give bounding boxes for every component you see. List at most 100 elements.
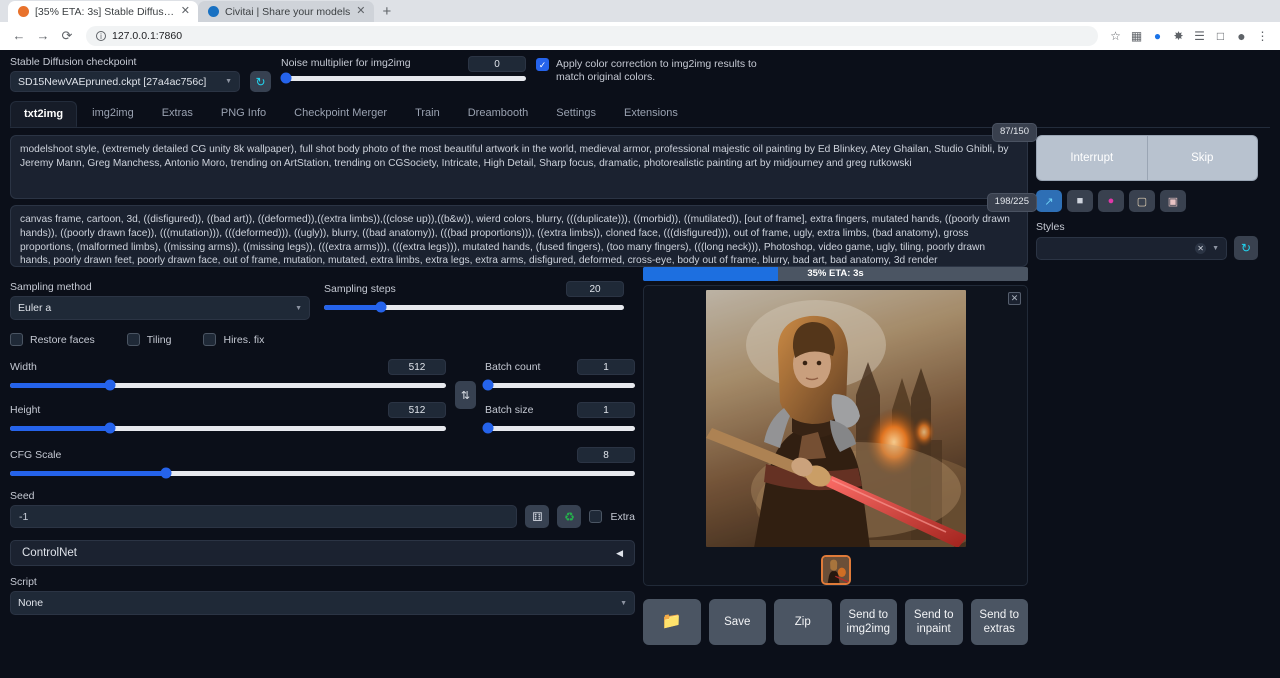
batch-group: Batch count 1 xyxy=(485,359,635,445)
calculator-extension-icon[interactable]: ▦ xyxy=(1127,29,1146,43)
slider-knob[interactable] xyxy=(105,380,116,391)
refresh-icon: ↻ xyxy=(255,76,265,88)
bookmark-star-icon[interactable]: ☆ xyxy=(1106,29,1125,43)
sampling-row: Sampling method Euler a ▼ Sampling steps… xyxy=(10,281,635,320)
generated-image[interactable] xyxy=(706,290,966,547)
reading-list-icon[interactable]: ☰ xyxy=(1190,29,1209,43)
reload-icon[interactable]: ⟳ xyxy=(56,26,78,46)
restore-faces-label: Restore faces xyxy=(30,334,95,346)
slider-knob[interactable] xyxy=(161,468,172,479)
hires-fix-toggle[interactable]: Hires. fix xyxy=(203,333,264,346)
send-to-extras-button[interactable]: Send to extras xyxy=(971,599,1029,645)
checkpoint-dropdown[interactable]: SD15NewVAEpruned.ckpt [27a4ac756c] ▼ xyxy=(10,71,240,92)
batch-count-value[interactable]: 1 xyxy=(577,359,635,375)
refresh-checkpoints-button[interactable]: ↻ xyxy=(250,71,271,92)
cfg-scale-slider[interactable] xyxy=(10,467,635,479)
generate-buttons-row: Interrupt Skip xyxy=(1036,135,1258,181)
close-tab-icon[interactable]: ✕ xyxy=(356,6,365,17)
tab-png-info[interactable]: PNG Info xyxy=(208,101,279,127)
stable-diffusion-favicon xyxy=(18,6,29,17)
randomize-seed-button[interactable]: ⚅ xyxy=(525,505,549,528)
checkpoint-label: Stable Diffusion checkpoint xyxy=(10,56,240,68)
open-folder-button[interactable]: 📁 xyxy=(643,599,701,645)
script-label: Script xyxy=(10,576,635,588)
restore-faces-checkbox[interactable] xyxy=(10,333,23,346)
slider-knob[interactable] xyxy=(483,380,494,391)
interrupt-button[interactable]: Interrupt xyxy=(1036,135,1148,181)
sampling-steps-value[interactable]: 20 xyxy=(566,281,624,297)
close-gallery-icon[interactable]: ✕ xyxy=(1008,292,1021,305)
send-to-img2img-button[interactable]: Send to img2img xyxy=(840,599,898,645)
height-slider[interactable] xyxy=(10,422,446,434)
address-bar[interactable]: i 127.0.0.1:7860 xyxy=(86,26,1098,46)
sampling-method-dropdown[interactable]: Euler a ▼ xyxy=(10,296,310,320)
sidebar-icon[interactable]: □ xyxy=(1211,29,1230,43)
browser-chrome: [35% ETA: 3s] Stable Diffusion ✕ Civitai… xyxy=(0,0,1280,50)
new-tab-button[interactable]: + xyxy=(374,2,401,22)
noise-multiplier-slider[interactable] xyxy=(281,72,526,84)
back-icon[interactable]: ← xyxy=(8,26,30,46)
width-slider[interactable] xyxy=(10,379,446,391)
script-dropdown[interactable]: None ▼ xyxy=(10,591,635,615)
slider-knob[interactable] xyxy=(280,73,291,84)
tiling-toggle[interactable]: Tiling xyxy=(127,333,172,346)
restore-faces-toggle[interactable]: Restore faces xyxy=(10,333,95,346)
height-value[interactable]: 512 xyxy=(388,402,446,418)
noise-multiplier-value[interactable]: 0 xyxy=(468,56,526,72)
clear-x-icon[interactable]: ✕ xyxy=(1195,243,1206,254)
puzzle-extension-icon[interactable]: ✸ xyxy=(1169,29,1188,43)
color-correction-group[interactable]: ✓ Apply color correction to img2img resu… xyxy=(536,56,766,84)
tiling-checkbox[interactable] xyxy=(127,333,140,346)
width-value[interactable]: 512 xyxy=(388,359,446,375)
extra-seed-checkbox[interactable] xyxy=(589,510,602,523)
save-button[interactable]: Save xyxy=(709,599,767,645)
chevron-down-icon[interactable]: ▼ xyxy=(1212,245,1219,252)
tab-extensions[interactable]: Extensions xyxy=(611,101,691,127)
controlnet-accordion[interactable]: ControlNet ◀ xyxy=(10,540,635,566)
batch-size-value[interactable]: 1 xyxy=(577,402,635,418)
tab-settings[interactable]: Settings xyxy=(543,101,609,127)
seed-input[interactable]: -1 xyxy=(10,505,517,528)
seed-row: -1 ⚅ ♻ Extra xyxy=(10,505,635,528)
styles-dropdown[interactable]: ✕ ▼ xyxy=(1036,237,1227,260)
profile-avatar-icon[interactable]: ● xyxy=(1232,28,1251,44)
negative-prompt-input[interactable]: canvas frame, cartoon, 3d, ((disfigured)… xyxy=(10,205,1028,267)
tab-dreambooth[interactable]: Dreambooth xyxy=(455,101,542,127)
skip-button[interactable]: Skip xyxy=(1148,135,1259,181)
forward-icon[interactable]: → xyxy=(32,26,54,46)
toggles-row: Restore faces Tiling Hires. fix xyxy=(10,333,635,346)
extra-seed-label: Extra xyxy=(610,511,635,523)
trash-clear-prompt-icon[interactable]: ■ xyxy=(1067,190,1093,212)
arrow-paste-prompt-icon[interactable]: ↗ xyxy=(1036,190,1062,212)
site-info-icon[interactable]: i xyxy=(96,31,106,41)
gallery-thumbnail[interactable] xyxy=(821,555,851,585)
hires-fix-checkbox[interactable] xyxy=(203,333,216,346)
browser-tab-stable-diffusion[interactable]: [35% ETA: 3s] Stable Diffusion ✕ xyxy=(8,1,198,22)
browser-tab-civitai[interactable]: Civitai | Share your models ✕ xyxy=(198,1,374,22)
reuse-seed-button[interactable]: ♻ xyxy=(557,505,581,528)
batch-count-slider[interactable] xyxy=(485,379,635,391)
tab-txt2img[interactable]: txt2img xyxy=(10,101,77,127)
tab-img2img[interactable]: img2img xyxy=(79,101,147,127)
tab-checkpoint-merger[interactable]: Checkpoint Merger xyxy=(281,101,400,127)
refresh-styles-button[interactable]: ↻ xyxy=(1234,236,1258,260)
blue-circle-extension-icon[interactable]: ● xyxy=(1148,29,1167,43)
positive-prompt-input[interactable]: modelshoot style, (extremely detailed CG… xyxy=(10,135,1028,199)
cfg-scale-value[interactable]: 8 xyxy=(577,447,635,463)
batch-size-slider[interactable] xyxy=(485,422,635,434)
slider-knob[interactable] xyxy=(376,302,387,313)
color-correction-checkbox[interactable]: ✓ xyxy=(536,58,549,71)
tab-train[interactable]: Train xyxy=(402,101,453,127)
sampling-steps-slider[interactable] xyxy=(324,301,624,313)
palette-extra-networks-icon[interactable]: ● xyxy=(1098,190,1124,212)
send-to-inpaint-button[interactable]: Send to inpaint xyxy=(905,599,963,645)
clipboard-apply-style-icon[interactable]: ▢ xyxy=(1129,190,1155,212)
tab-extras[interactable]: Extras xyxy=(149,101,206,127)
zip-button[interactable]: Zip xyxy=(774,599,832,645)
slider-knob[interactable] xyxy=(105,423,116,434)
close-tab-icon[interactable]: ✕ xyxy=(181,6,190,17)
slider-knob[interactable] xyxy=(483,423,494,434)
save-style-icon[interactable]: ▣ xyxy=(1160,190,1186,212)
chrome-menu-icon[interactable]: ⋮ xyxy=(1253,29,1272,43)
swap-dimensions-button[interactable]: ⇅ xyxy=(455,381,476,409)
